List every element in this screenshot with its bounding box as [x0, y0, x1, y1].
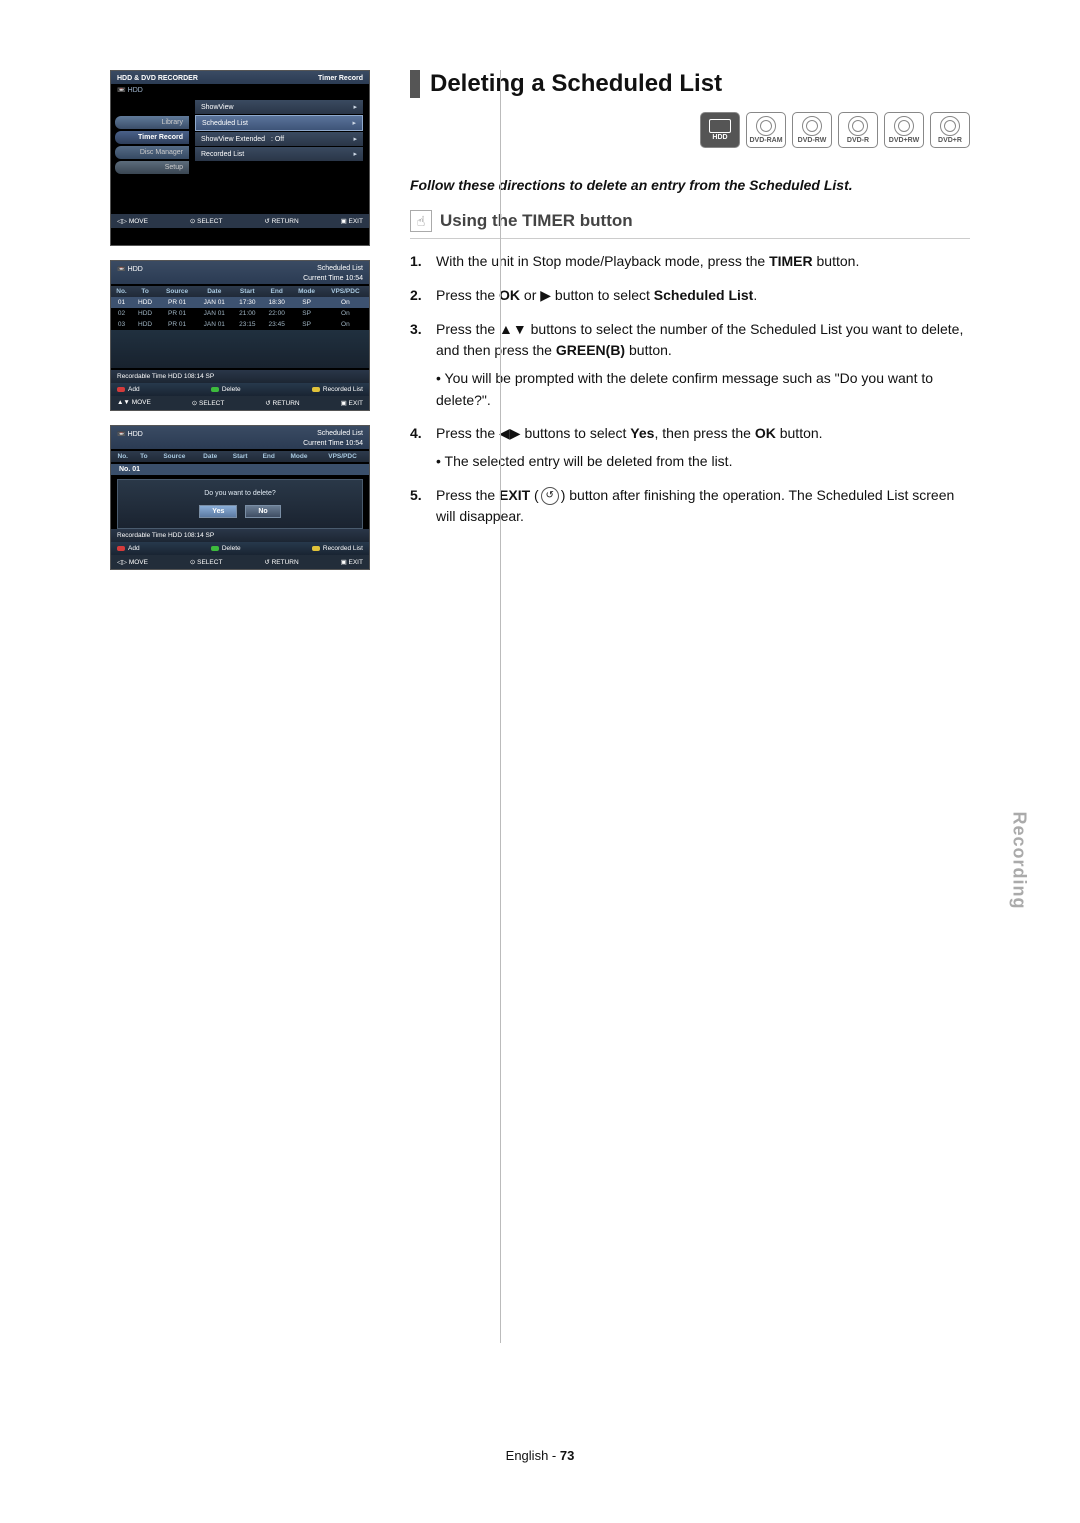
tab-setup[interactable]: Setup — [115, 161, 189, 174]
ui-mockups: HDD & DVD RECORDER Timer Record 📼 HDD Li… — [110, 70, 370, 570]
step-bullet: You will be prompted with the delete con… — [436, 368, 970, 411]
current-time: Current Time 10:54 — [117, 275, 363, 282]
panel-title: Scheduled List — [317, 430, 363, 438]
step-body: Press the EXIT (↺) button after finishin… — [436, 485, 970, 528]
device-label: HDD — [128, 431, 143, 438]
badge-dvd-rw: DVD-RW — [792, 112, 832, 148]
color-legend: Add Delete Recorded List — [111, 542, 369, 555]
hand-icon: ☝︎ — [410, 210, 432, 232]
corner-label: Timer Record — [318, 75, 363, 82]
badge-dvd-pr: DVD+R — [930, 112, 970, 148]
step-item: 4.Press the ◀▶ buttons to select Yes, th… — [410, 423, 970, 472]
scheduled-table-header: No.To SourceDate StartEnd ModeVPS/PDC — [111, 451, 369, 462]
recordable-time: Recordable Time HDD 108:14 SP — [111, 370, 369, 383]
tab-disc-manager[interactable]: Disc Manager — [115, 146, 189, 159]
step-item: 3.Press the ▲▼ buttons to select the num… — [410, 319, 970, 412]
badge-hdd: HDD — [700, 112, 740, 148]
instruction-steps: 1.With the unit in Stop mode/Playback mo… — [410, 251, 970, 528]
opt-recorded-list[interactable]: Recorded List▸ — [195, 147, 363, 161]
intro-text: Follow these directions to delete an ent… — [410, 176, 970, 194]
device-label: HDD — [128, 266, 143, 273]
table-row[interactable]: 01HDDPR 01JAN 01 17:3018:30SPOn — [111, 297, 369, 308]
scheduled-table: No.To SourceDate StartEnd ModeVPS/PDC 01… — [111, 286, 369, 368]
tab-timer-record[interactable]: Timer Record — [115, 131, 189, 144]
recordable-time: Recordable Time HDD 108:14 SP — [111, 529, 369, 542]
table-row[interactable]: 03HDDPR 01JAN 01 23:1523:45SPOn — [111, 319, 369, 330]
step-number: 1. — [410, 251, 428, 273]
current-time: Current Time 10:54 — [117, 440, 363, 447]
opt-showview-ext[interactable]: ShowView Extended : Off▸ — [195, 132, 363, 146]
tab-library[interactable]: Library — [115, 116, 189, 129]
step-body: Press the ◀▶ buttons to select Yes, then… — [436, 423, 823, 472]
panel-title: Scheduled List — [317, 265, 363, 273]
timer-options: ShowView▸ Scheduled List▸ ShowView Exten… — [189, 96, 369, 214]
step-number: 4. — [410, 423, 428, 472]
step-body: Press the ▲▼ buttons to select the numbe… — [436, 319, 970, 412]
badge-dvd-r: DVD-R — [838, 112, 878, 148]
opt-showview[interactable]: ShowView▸ — [195, 100, 363, 114]
step-item: 5.Press the EXIT (↺) button after finish… — [410, 485, 970, 528]
scheduled-list-panel: 📼 HDD Scheduled List Current Time 10:54 … — [110, 260, 370, 411]
side-tabs: Library Timer Record Disc Manager Setup — [111, 96, 189, 214]
doc-content: Deleting a Scheduled List HDD DVD-RAM DV… — [410, 70, 970, 570]
hint-bar: ▲▼ MOVE ⊙ SELECT ↺ RETURN ▣ EXIT — [111, 396, 369, 410]
hint-bar: ◁▷ MOVE ⊙ SELECT ↺ RETURN ▣ EXIT — [111, 214, 369, 228]
color-legend: Add Delete Recorded List — [111, 383, 369, 396]
step-bullet: The selected entry will be deleted from … — [436, 451, 823, 473]
step-body: Press the OK or ▶ button to select Sched… — [436, 285, 757, 307]
delete-confirm-panel: 📼 HDD Scheduled List Current Time 10:54 … — [110, 425, 370, 570]
no-button[interactable]: No — [245, 505, 280, 518]
step-number: 3. — [410, 319, 428, 412]
step-number: 5. — [410, 485, 428, 528]
confirm-message: Do you want to delete? — [124, 490, 356, 497]
exit-icon: ↺ — [541, 487, 559, 505]
step-item: 2. Press the OK or ▶ button to select Sch… — [410, 285, 970, 307]
subheading-title: Using the TIMER button — [440, 211, 633, 231]
device-brand: HDD & DVD RECORDER — [117, 75, 198, 82]
side-section-tab: Recording — [1008, 811, 1029, 909]
media-badges: HDD DVD-RAM DVD-RW DVD-R DVD+RW DVD+R — [410, 112, 970, 148]
hint-bar: ◁▷ MOVE ⊙ SELECT ↺ RETURN ▣ EXIT — [111, 555, 369, 569]
step-number: 2. — [410, 285, 428, 307]
page-footer: English - 73 — [110, 1448, 970, 1463]
timer-record-menu: HDD & DVD RECORDER Timer Record 📼 HDD Li… — [110, 70, 370, 246]
section-title: Deleting a Scheduled List — [410, 70, 970, 98]
yes-button[interactable]: Yes — [199, 505, 237, 518]
subheading: ☝︎ Using the TIMER button — [410, 210, 970, 239]
badge-dvd-prw: DVD+RW — [884, 112, 924, 148]
step-item: 1.With the unit in Stop mode/Playback mo… — [410, 251, 970, 273]
badge-dvd-ram: DVD-RAM — [746, 112, 786, 148]
confirm-dialog: Do you want to delete? Yes No — [117, 479, 363, 529]
opt-scheduled-list[interactable]: Scheduled List▸ — [195, 115, 363, 131]
device-label: HDD — [128, 87, 143, 94]
table-row[interactable]: 02HDDPR 01JAN 01 21:0022:00SPOn — [111, 308, 369, 319]
current-entry: No. 01 — [111, 464, 369, 475]
